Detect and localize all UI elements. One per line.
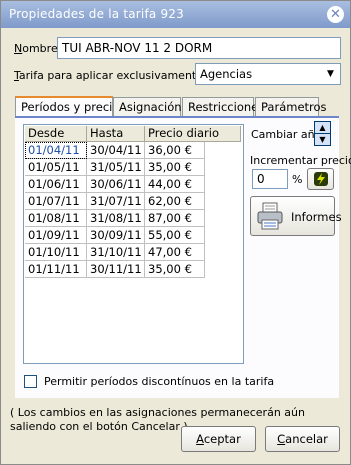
cell-hasta: 30/06/11 [87, 176, 145, 193]
informes-button[interactable]: Informes [250, 196, 342, 236]
tab-parametros[interactable]: Parámetros [255, 97, 327, 116]
percent-label: % [292, 173, 303, 186]
cell-precio: 35,00 € [145, 159, 205, 176]
column-header-precio[interactable]: Precio diario [145, 126, 241, 142]
table-row[interactable]: 01/07/11 31/07/11 62,00 € [25, 193, 242, 210]
cell-desde: 01/07/11 [25, 193, 87, 210]
increment-input[interactable]: 0 [252, 169, 288, 189]
incrementar-precio-label: Incrementar precio [250, 154, 351, 167]
tab-periodos-precios[interactable]: Períodos y precios [15, 96, 125, 117]
table-header: Desde Hasta Precio diario [25, 126, 242, 142]
cell-precio: 47,00 € [145, 244, 205, 261]
cell-precio: 55,00 € [145, 227, 205, 244]
cell-precio: 44,00 € [145, 176, 205, 193]
tarifa-select-value: Agencias [200, 67, 253, 81]
cell-desde: 01/10/11 [25, 244, 87, 261]
aceptar-button[interactable]: Aceptar [181, 426, 256, 452]
chevron-down-icon[interactable]: ▼ [322, 65, 339, 83]
nombre-field[interactable]: TUI ABR-NOV 11 2 DORM [57, 37, 341, 59]
tab-asignacion[interactable]: Asignación [113, 97, 182, 116]
cell-hasta: 31/07/11 [87, 193, 145, 210]
dialog-title: Propiedades de la tarifa 923 [9, 7, 184, 21]
title-bar[interactable]: Propiedades de la tarifa 923 ✕ [1, 1, 350, 28]
cell-hasta: 31/08/11 [87, 210, 145, 227]
nombre-label: Nombre [14, 42, 58, 55]
year-spinner[interactable]: ▲ ▼ [314, 121, 331, 146]
tarifa-select[interactable]: Agencias ▼ [195, 63, 341, 85]
cell-hasta: 31/10/11 [87, 244, 145, 261]
cancelar-button[interactable]: Cancelar [265, 426, 340, 452]
cell-hasta: 30/11/11 [87, 261, 145, 278]
cell-precio: 62,00 € [145, 193, 205, 210]
table-row[interactable]: 01/09/11 30/09/11 55,00 € [25, 227, 242, 244]
table-row[interactable]: 01/11/11 30/11/11 35,00 € [25, 261, 242, 278]
cell-desde: 01/08/11 [25, 210, 87, 227]
cell-precio: 35,00 € [145, 261, 205, 278]
tarifa-aplicar-label: Tarifa para aplicar exclusivamente a [14, 69, 214, 82]
nombre-value: TUI ABR-NOV 11 2 DORM [62, 41, 213, 55]
column-header-desde[interactable]: Desde [25, 126, 87, 142]
permitir-discontinuos-label: Permitir períodos discontínuos en la tar… [44, 375, 275, 388]
apply-increment-button[interactable] [307, 168, 334, 190]
column-header-hasta[interactable]: Hasta [87, 126, 145, 142]
cell-desde: 01/11/11 [25, 261, 87, 278]
close-icon[interactable]: ✕ [327, 6, 344, 23]
printer-icon [257, 202, 283, 230]
table-row[interactable]: 01/06/11 30/06/11 44,00 € [25, 176, 242, 193]
cell-precio: 87,00 € [145, 210, 205, 227]
lightning-icon [313, 172, 328, 186]
increment-value: 0 [257, 172, 265, 186]
cell-desde: 01/09/11 [25, 227, 87, 244]
table-row[interactable]: 01/04/11 30/04/11 36,00 € [25, 142, 242, 159]
focus-rectangle [25, 142, 87, 159]
periods-table[interactable]: Desde Hasta Precio diario 01/04/11 30/04… [23, 124, 244, 364]
table-row[interactable]: 01/10/11 31/10/11 47,00 € [25, 244, 242, 261]
cell-hasta: 30/04/11 [87, 142, 145, 159]
table-row[interactable]: 01/08/11 31/08/11 87,00 € [25, 210, 242, 227]
tarifa-properties-dialog: Propiedades de la tarifa 923 ✕ Nombre TU… [0, 0, 351, 465]
informes-label: Informes [291, 210, 342, 224]
cell-desde: 01/05/11 [25, 159, 87, 176]
cell-hasta: 30/09/11 [87, 227, 145, 244]
arrow-up-icon[interactable]: ▲ [315, 122, 330, 133]
cell-hasta: 31/05/11 [87, 159, 145, 176]
cambiar-ano-label: Cambiar año [251, 128, 322, 141]
cell-desde: 01/06/11 [25, 176, 87, 193]
arrow-down-icon[interactable]: ▼ [315, 134, 330, 145]
permitir-discontinuos-checkbox[interactable] [24, 375, 37, 388]
table-row[interactable]: 01/05/11 31/05/11 35,00 € [25, 159, 242, 176]
cell-precio: 36,00 € [145, 142, 205, 159]
tab-restricciones[interactable]: Restricciones [182, 97, 264, 116]
